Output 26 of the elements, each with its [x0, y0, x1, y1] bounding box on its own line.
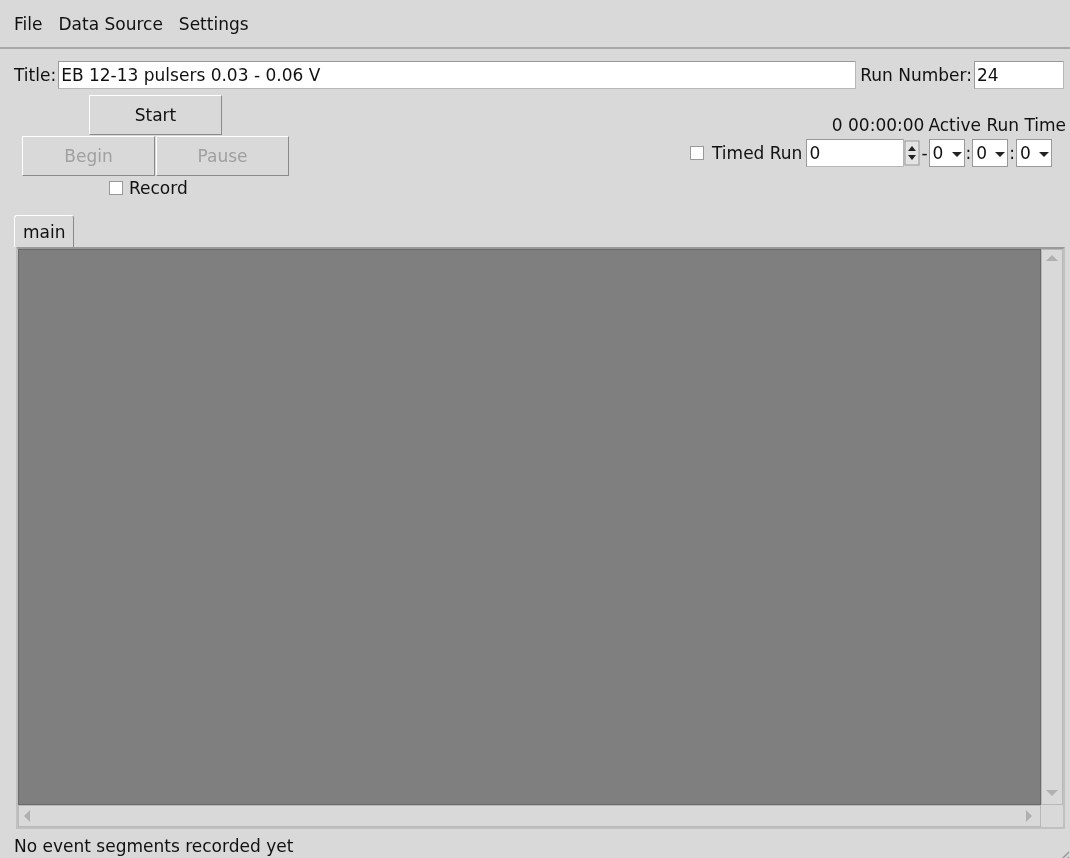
separator-text: :: [1008, 143, 1016, 163]
status-text: No event segments recorded yet: [14, 836, 294, 856]
timed-run-field[interactable]: 0: [806, 139, 905, 167]
run-number-label: Run Number:: [860, 65, 972, 85]
time-dropdown[interactable]: 0: [1016, 139, 1052, 167]
vertical-scrollbar[interactable]: [1041, 249, 1063, 805]
separator-text: :: [964, 143, 973, 163]
spinner-arrows-icon[interactable]: [904, 139, 921, 167]
horizontal-scrollbar[interactable]: [18, 805, 1041, 827]
timed-run-checkbox[interactable]: [690, 146, 704, 160]
separator-text: -: [920, 143, 929, 163]
record-checkbox[interactable]: [109, 181, 123, 195]
menu-item[interactable]: Settings: [174, 11, 253, 36]
time-dropdown[interactable]: 0: [972, 139, 1009, 167]
tab[interactable]: main: [14, 215, 75, 247]
title-field[interactable]: EB 12-13 pulsers 0.03 - 0.06 V: [58, 61, 857, 89]
menu-item[interactable]: Data Source: [54, 11, 167, 36]
title-label: Title:: [14, 65, 57, 85]
menu-item[interactable]: File: [10, 11, 47, 36]
time-dropdown[interactable]: 0: [928, 139, 965, 167]
run-time-value: 0 00:00:00: [831, 115, 925, 135]
run-number-field[interactable]: 24: [974, 61, 1064, 89]
timed-run-label: Timed Run: [712, 143, 803, 163]
record-label: Record: [129, 178, 188, 198]
run-time-label: Active Run Time: [928, 115, 1066, 135]
start-button[interactable]: Start: [89, 95, 222, 135]
